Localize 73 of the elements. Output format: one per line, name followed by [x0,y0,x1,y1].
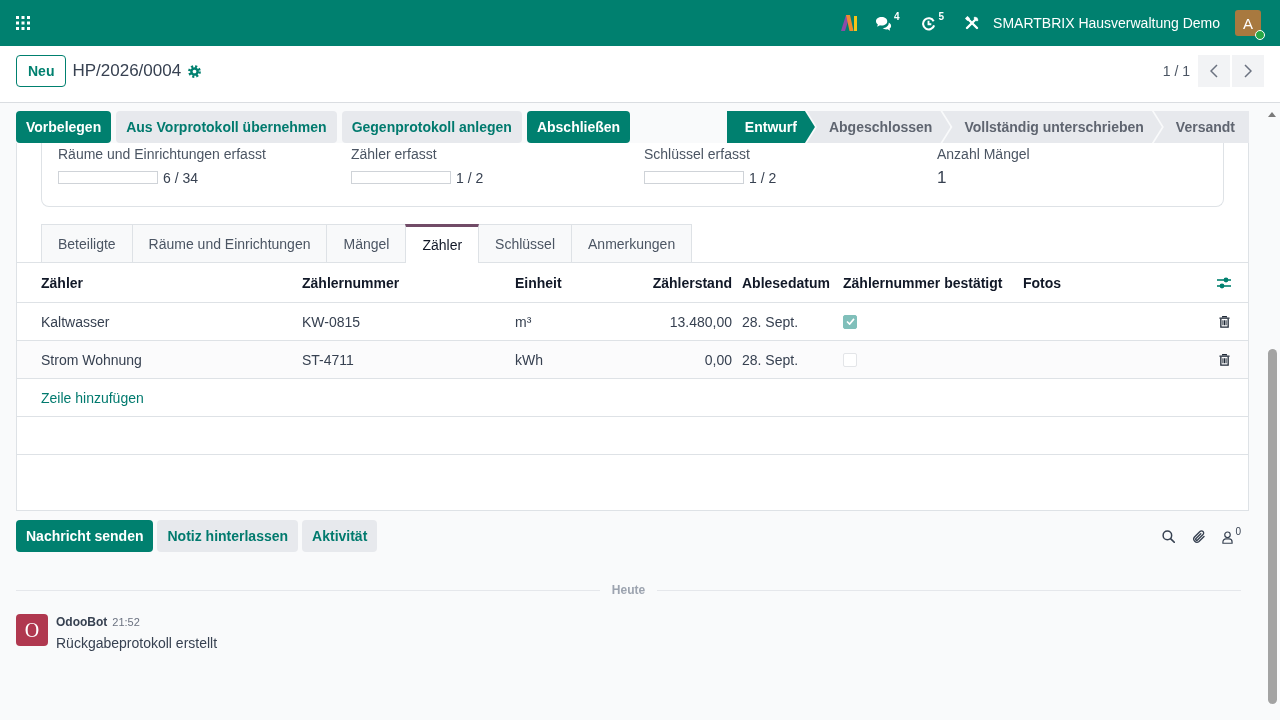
column-header[interactable]: Zähler [17,274,302,291]
table-cell-text: 13.480,00 [668,313,733,330]
progress-value: 1 / 2 [749,169,777,186]
summary-label: Räume und Einrichtungen erfasst [58,145,266,163]
action-button[interactable]: Abschließen [526,111,631,143]
checkmark-icon [845,318,855,325]
notification-count: 5 [938,11,945,22]
table-cell-text: Kaltwasser [40,313,111,330]
status-step[interactable]: Entwurf [726,111,815,143]
paperclip-icon[interactable] [1192,528,1207,544]
logo-icon[interactable] [840,15,857,31]
summary-label: Schlüssel erfasst [644,145,750,163]
follower-count: 0 [1235,526,1241,537]
summary-label: Zähler erfasst [351,145,437,163]
tab[interactable]: Schlüssel [478,224,572,262]
gear-icon[interactable] [188,65,202,78]
table-cell-text: kWh [515,351,544,368]
chatter-button[interactable]: Nachricht senden [16,520,154,552]
column-header[interactable]: Ablesedatum [742,274,843,291]
status-step[interactable]: Abgeschlossen [806,111,951,143]
chevron-left-icon [1210,64,1218,78]
summary-label: Anzahl Mängel [937,145,1030,163]
record-title: HP/2026/0004 [72,60,182,82]
table-cell-text: KW-0815 [302,313,362,330]
status-step[interactable]: Vollständig unterschrieben [942,111,1162,143]
tab[interactable]: Räume und Einrichtungen [131,224,328,262]
user-icon[interactable] [1222,530,1234,544]
tab[interactable]: Mängel [326,224,407,262]
notification-count: 4 [893,11,900,22]
trash-icon[interactable] [1218,353,1230,366]
message-author: OdooBot [56,615,108,629]
column-header[interactable]: Zählernummer bestätigt [843,274,1023,291]
action-button[interactable]: Gegenprotokoll anlegen [341,111,522,143]
chevron-right-icon [1244,64,1252,78]
trash-icon[interactable] [1218,315,1230,328]
table-cell-text: 0,00 [703,351,733,368]
chatter-button[interactable]: Notiz hinterlassen [157,520,299,552]
progress-value: 1 / 2 [456,169,484,186]
tools-icon[interactable] [964,15,981,31]
summary-number: 1 [937,168,947,188]
tab[interactable]: Zähler [405,224,480,263]
tab[interactable]: Anmerkungen [571,224,693,262]
scrollbar-thumb[interactable] [1267,349,1277,704]
table-cell-text: 28. Sept. [742,313,800,330]
column-header[interactable]: Fotos [1023,274,1200,291]
sliders-icon[interactable] [1217,276,1231,289]
table-cell-text: 28. Sept. [742,351,800,368]
tab[interactable]: Beteiligte [41,224,133,262]
column-header[interactable]: Einheit [515,274,630,291]
company-name[interactable]: SMARTBRIX Hausverwaltung Demo [993,15,1220,31]
table-cell-text: m³ [515,313,533,330]
column-header[interactable]: Zählerstand [630,274,742,291]
action-button[interactable]: Aus Vorprotokoll übernehmen [116,111,337,143]
scroll-up-icon[interactable] [1268,112,1276,117]
status-step[interactable]: Versandt [1153,111,1249,143]
bot-avatar: O [16,614,48,646]
apps-grid-icon[interactable] [16,16,30,30]
table-cell-text: ST-4711 [302,351,355,368]
checkbox[interactable] [843,314,857,329]
table-cell-text: Strom Wohnung [40,351,143,368]
search-icon[interactable] [1162,529,1176,543]
progress-value: 6 / 34 [163,169,199,186]
add-line-link[interactable]: Zeile hinzufügen [41,389,144,406]
chatter-button[interactable]: Aktivität [302,520,378,552]
clock-icon[interactable] [919,15,937,31]
date-separator: Heute [610,583,647,597]
action-button[interactable]: Vorbelegen [16,111,112,143]
message-body: Rückgabeprotokoll erstellt [56,635,218,651]
new-button[interactable]: Neu [16,55,67,87]
pager-counter: 1 / 1 [1162,63,1190,79]
message-time: 21:52 [112,616,140,628]
column-header[interactable]: Zählernummer [302,274,515,291]
chat-bubbles-icon[interactable] [874,15,892,31]
